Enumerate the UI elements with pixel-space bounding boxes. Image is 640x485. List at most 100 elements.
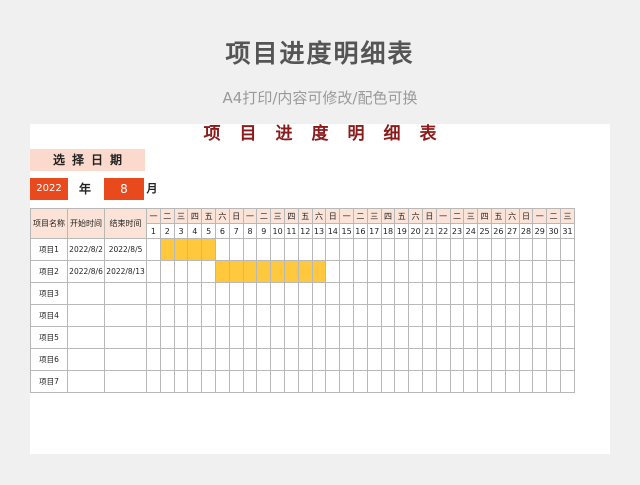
gantt-cell[interactable] [546,326,561,349]
gantt-cell[interactable] [380,238,396,261]
gantt-cell[interactable] [242,304,258,327]
gantt-cell[interactable] [325,238,341,261]
end-date-cell[interactable] [104,304,148,327]
gantt-cell[interactable] [311,304,327,327]
gantt-cell[interactable] [256,370,272,393]
gantt-cell[interactable] [518,260,534,283]
project-name-cell[interactable]: 项目6 [29,348,69,371]
gantt-cell[interactable] [490,370,506,393]
gantt-cell[interactable] [311,348,327,371]
gantt-cell[interactable] [215,348,230,371]
gantt-cell[interactable] [408,370,423,393]
gantt-cell[interactable] [284,238,299,261]
gantt-cell[interactable] [187,370,203,393]
year-input[interactable]: 2022 [30,178,68,200]
gantt-cell[interactable] [173,348,189,371]
gantt-cell[interactable] [353,370,368,393]
gantt-cell[interactable] [518,348,534,371]
gantt-cell[interactable] [256,304,272,327]
gantt-cell[interactable] [559,260,576,283]
gantt-cell[interactable] [353,282,368,305]
gantt-cell[interactable] [339,304,354,327]
gantt-cell[interactable] [353,238,368,261]
gantt-bar-cell[interactable] [242,260,258,283]
gantt-cell[interactable] [339,370,354,393]
gantt-cell[interactable] [449,238,465,261]
gantt-cell[interactable] [518,370,534,393]
gantt-cell[interactable] [463,282,479,305]
gantt-cell[interactable] [408,238,423,261]
gantt-cell[interactable] [546,304,561,327]
gantt-cell[interactable] [380,348,396,371]
gantt-cell[interactable] [325,326,341,349]
project-name-cell[interactable]: 项目7 [29,370,69,393]
gantt-cell[interactable] [546,348,561,371]
gantt-cell[interactable] [284,370,299,393]
end-date-cell[interactable] [104,326,148,349]
gantt-cell[interactable] [546,370,561,393]
gantt-cell[interactable] [435,260,451,283]
gantt-cell[interactable] [366,348,382,371]
gantt-cell[interactable] [242,282,258,305]
end-date-cell[interactable] [104,370,148,393]
gantt-cell[interactable] [159,370,175,393]
gantt-cell[interactable] [159,260,175,283]
gantt-cell[interactable] [504,326,520,349]
gantt-cell[interactable] [353,304,368,327]
month-input[interactable]: 8 [104,178,144,200]
gantt-cell[interactable] [256,238,272,261]
gantt-cell[interactable] [408,282,423,305]
project-name-cell[interactable]: 项目2 [29,260,69,283]
gantt-cell[interactable] [546,238,561,261]
gantt-cell[interactable] [449,326,465,349]
gantt-cell[interactable] [463,304,479,327]
gantt-cell[interactable] [408,260,423,283]
gantt-cell[interactable] [463,260,479,283]
gantt-cell[interactable] [518,304,534,327]
gantt-cell[interactable] [518,282,534,305]
gantt-cell[interactable] [284,304,299,327]
gantt-cell[interactable] [297,282,313,305]
gantt-cell[interactable] [284,326,299,349]
gantt-cell[interactable] [339,238,354,261]
start-date-cell[interactable] [67,304,106,327]
gantt-cell[interactable] [394,238,410,261]
gantt-cell[interactable] [201,282,217,305]
gantt-bar-cell[interactable] [311,260,327,283]
start-date-cell[interactable] [67,282,106,305]
gantt-cell[interactable] [504,370,520,393]
gantt-cell[interactable] [353,326,368,349]
gantt-cell[interactable] [463,238,479,261]
gantt-cell[interactable] [159,304,175,327]
gantt-cell[interactable] [449,370,465,393]
gantt-cell[interactable] [311,326,327,349]
gantt-cell[interactable] [146,238,161,261]
gantt-cell[interactable] [366,260,382,283]
gantt-cell[interactable] [228,304,244,327]
project-name-cell[interactable]: 项目5 [29,326,69,349]
gantt-cell[interactable] [394,282,410,305]
gantt-cell[interactable] [228,348,244,371]
gantt-cell[interactable] [159,326,175,349]
gantt-cell[interactable] [435,282,451,305]
gantt-cell[interactable] [559,370,576,393]
gantt-cell[interactable] [311,282,327,305]
gantt-cell[interactable] [311,370,327,393]
project-name-cell[interactable]: 项目4 [29,304,69,327]
gantt-cell[interactable] [408,326,423,349]
gantt-bar-cell[interactable] [256,260,272,283]
gantt-cell[interactable] [449,348,465,371]
gantt-cell[interactable] [421,348,437,371]
gantt-cell[interactable] [201,304,217,327]
gantt-cell[interactable] [270,370,286,393]
gantt-cell[interactable] [463,348,479,371]
gantt-cell[interactable] [201,370,217,393]
gantt-cell[interactable] [463,326,479,349]
gantt-cell[interactable] [477,282,492,305]
start-date-cell[interactable]: 2022/8/6 [67,260,106,283]
gantt-cell[interactable] [201,326,217,349]
gantt-cell[interactable] [270,282,286,305]
gantt-bar-cell[interactable] [297,260,313,283]
gantt-bar-cell[interactable] [201,238,217,261]
gantt-cell[interactable] [215,238,230,261]
